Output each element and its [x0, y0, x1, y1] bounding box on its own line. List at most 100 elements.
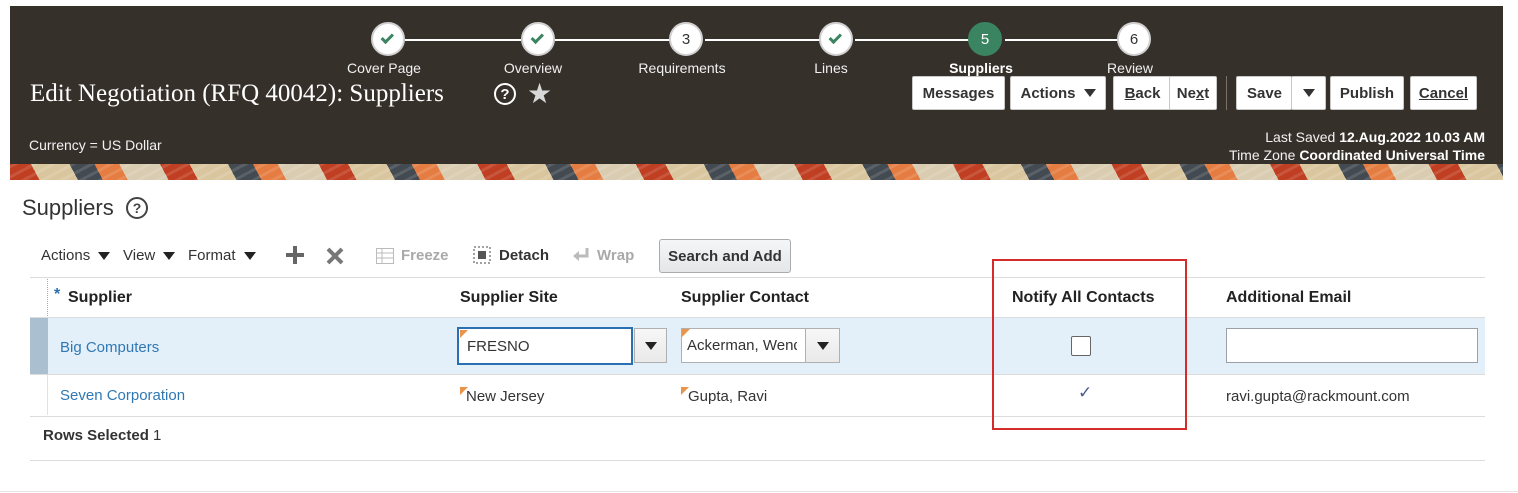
add-row-icon[interactable]	[285, 245, 305, 270]
back-button-mnemonic: B	[1124, 84, 1136, 102]
help-glyph: ?	[500, 85, 510, 103]
footer-border	[30, 460, 1485, 461]
section-title: Suppliers	[22, 195, 114, 220]
column-header-supplier-contact[interactable]: Supplier Contact	[681, 289, 809, 307]
page-bottom-border	[0, 491, 1518, 492]
back-button[interactable]: Back	[1113, 76, 1172, 110]
save-status: Last Saved 12.Aug.2022 10.03 AM Time Zon…	[1229, 128, 1485, 164]
caret-down-icon	[163, 251, 176, 260]
cancel-button-mnemonic: C	[1418, 84, 1430, 102]
train-step-requirements[interactable]: 3	[669, 22, 703, 56]
changed-indicator	[682, 329, 690, 337]
page-header: 3 5 6 Cover Page Overview Requirements L…	[10, 6, 1503, 180]
format-menu[interactable]: Format	[188, 247, 256, 264]
train-label-requirements[interactable]: Requirements	[612, 60, 752, 76]
dropdown-toggle[interactable]	[805, 329, 839, 362]
train-connector	[405, 39, 521, 41]
train-label-cover-page[interactable]: Cover Page	[314, 60, 454, 76]
favorite-star-icon[interactable]: ★	[527, 77, 552, 110]
table-actions-label: Actions	[41, 247, 91, 264]
cancel-button-label: ancel	[1429, 84, 1469, 102]
supplier-site-dropdown-button[interactable]	[634, 328, 667, 363]
page-title: Edit Negotiation (RFQ 40042): Suppliers	[30, 80, 444, 107]
help-glyph: ?	[132, 200, 142, 216]
format-menu-label: Format	[188, 247, 236, 264]
dropdown-toggle[interactable]	[634, 329, 666, 362]
currency-label: Currency = US Dollar	[29, 137, 162, 153]
train-step-overview[interactable]	[521, 22, 555, 56]
help-icon[interactable]: ?	[494, 83, 516, 105]
search-and-add-button[interactable]: Search and Add	[659, 239, 791, 273]
supplier-link[interactable]: Seven Corporation	[60, 387, 185, 404]
caret-down-icon	[1083, 89, 1096, 97]
supplier-site-input[interactable]	[459, 329, 631, 363]
detach-button[interactable]: Detach	[499, 247, 549, 264]
train-connector	[555, 39, 671, 41]
rows-selected-label: Rows Selected	[43, 427, 149, 444]
timezone-line: Time Zone Coordinated Universal Time	[1229, 146, 1485, 164]
train-label-overview[interactable]: Overview	[463, 60, 603, 76]
cancel-button[interactable]: Cancel	[1410, 76, 1477, 110]
table-actions-menu[interactable]: Actions	[41, 247, 111, 264]
last-saved-label: Last Saved	[1265, 129, 1336, 145]
back-button-label: ack	[1135, 84, 1161, 102]
caret-down-icon	[644, 341, 657, 350]
checkmark-icon	[828, 30, 843, 44]
delete-row-icon[interactable]	[325, 246, 345, 271]
supplier-site-value: New Jersey	[466, 388, 545, 405]
supplier-contact-input[interactable]	[682, 329, 805, 362]
publish-button[interactable]: Publish	[1330, 76, 1404, 110]
view-menu-label: View	[123, 247, 156, 264]
column-header-additional-email[interactable]: Additional Email	[1226, 289, 1351, 307]
header-divider	[47, 279, 48, 316]
wrap-button[interactable]: Wrap	[597, 247, 634, 264]
next-button[interactable]: Ne x t	[1169, 76, 1217, 110]
supplier-site-combobox[interactable]	[457, 327, 633, 365]
train-step-cover-page[interactable]	[371, 22, 405, 56]
additional-email-value: ravi.gupta@rackmount.com	[1226, 388, 1410, 405]
rows-selected-status: Rows Selected 1	[43, 427, 161, 444]
next-button-label-a: Ne	[1176, 84, 1196, 102]
next-button-mnemonic: x	[1195, 84, 1205, 102]
additional-email-input[interactable]	[1226, 328, 1478, 363]
search-and-add-label: Search and Add	[668, 247, 782, 265]
supplier-link[interactable]: Big Computers	[60, 339, 159, 356]
caret-down-icon	[816, 341, 829, 350]
help-icon[interactable]: ?	[126, 197, 148, 219]
train-label-review[interactable]: Review	[1060, 60, 1200, 76]
toolbar-separator	[1226, 76, 1227, 110]
publish-button-label: Publish	[1339, 84, 1395, 102]
train-step-number: 5	[980, 30, 990, 48]
actions-button-label: Actions	[1020, 84, 1076, 102]
actions-menu-button[interactable]: Actions	[1010, 76, 1106, 110]
train-step-lines[interactable]	[819, 22, 853, 56]
save-button-label: Save	[1246, 84, 1283, 102]
supplier-contact-value: Gupta, Ravi	[688, 388, 768, 405]
checkmark-icon	[380, 30, 395, 44]
row-divider-vertical	[47, 375, 48, 415]
table-bottom-border	[30, 416, 1485, 417]
highlight-annotation-box	[992, 259, 1187, 430]
column-header-supplier[interactable]: Supplier	[68, 289, 132, 307]
train-connector	[705, 39, 821, 41]
freeze-icon	[376, 248, 394, 269]
train-step-review[interactable]: 6	[1117, 22, 1151, 56]
column-header-supplier-site[interactable]: Supplier Site	[460, 289, 558, 307]
view-menu[interactable]: View	[123, 247, 176, 264]
train-label-lines[interactable]: Lines	[761, 60, 901, 76]
changed-indicator	[460, 330, 468, 338]
train-label-suppliers[interactable]: Suppliers	[911, 60, 1051, 76]
train-step-suppliers[interactable]: 5	[968, 22, 1002, 56]
train-connector	[1005, 39, 1121, 41]
caret-down-icon	[98, 251, 111, 260]
save-options-dropdown[interactable]	[1291, 76, 1326, 110]
caret-down-icon	[243, 251, 256, 260]
supplier-contact-combobox[interactable]	[681, 328, 840, 363]
wrap-icon	[572, 247, 590, 268]
messages-button[interactable]: Messages	[912, 76, 1005, 110]
freeze-button[interactable]: Freeze	[401, 247, 449, 264]
row-selection-indicator	[30, 318, 48, 374]
checkmark-icon	[530, 30, 545, 44]
timezone-value: Coordinated Universal Time	[1299, 147, 1485, 163]
save-button[interactable]: Save	[1236, 76, 1292, 110]
